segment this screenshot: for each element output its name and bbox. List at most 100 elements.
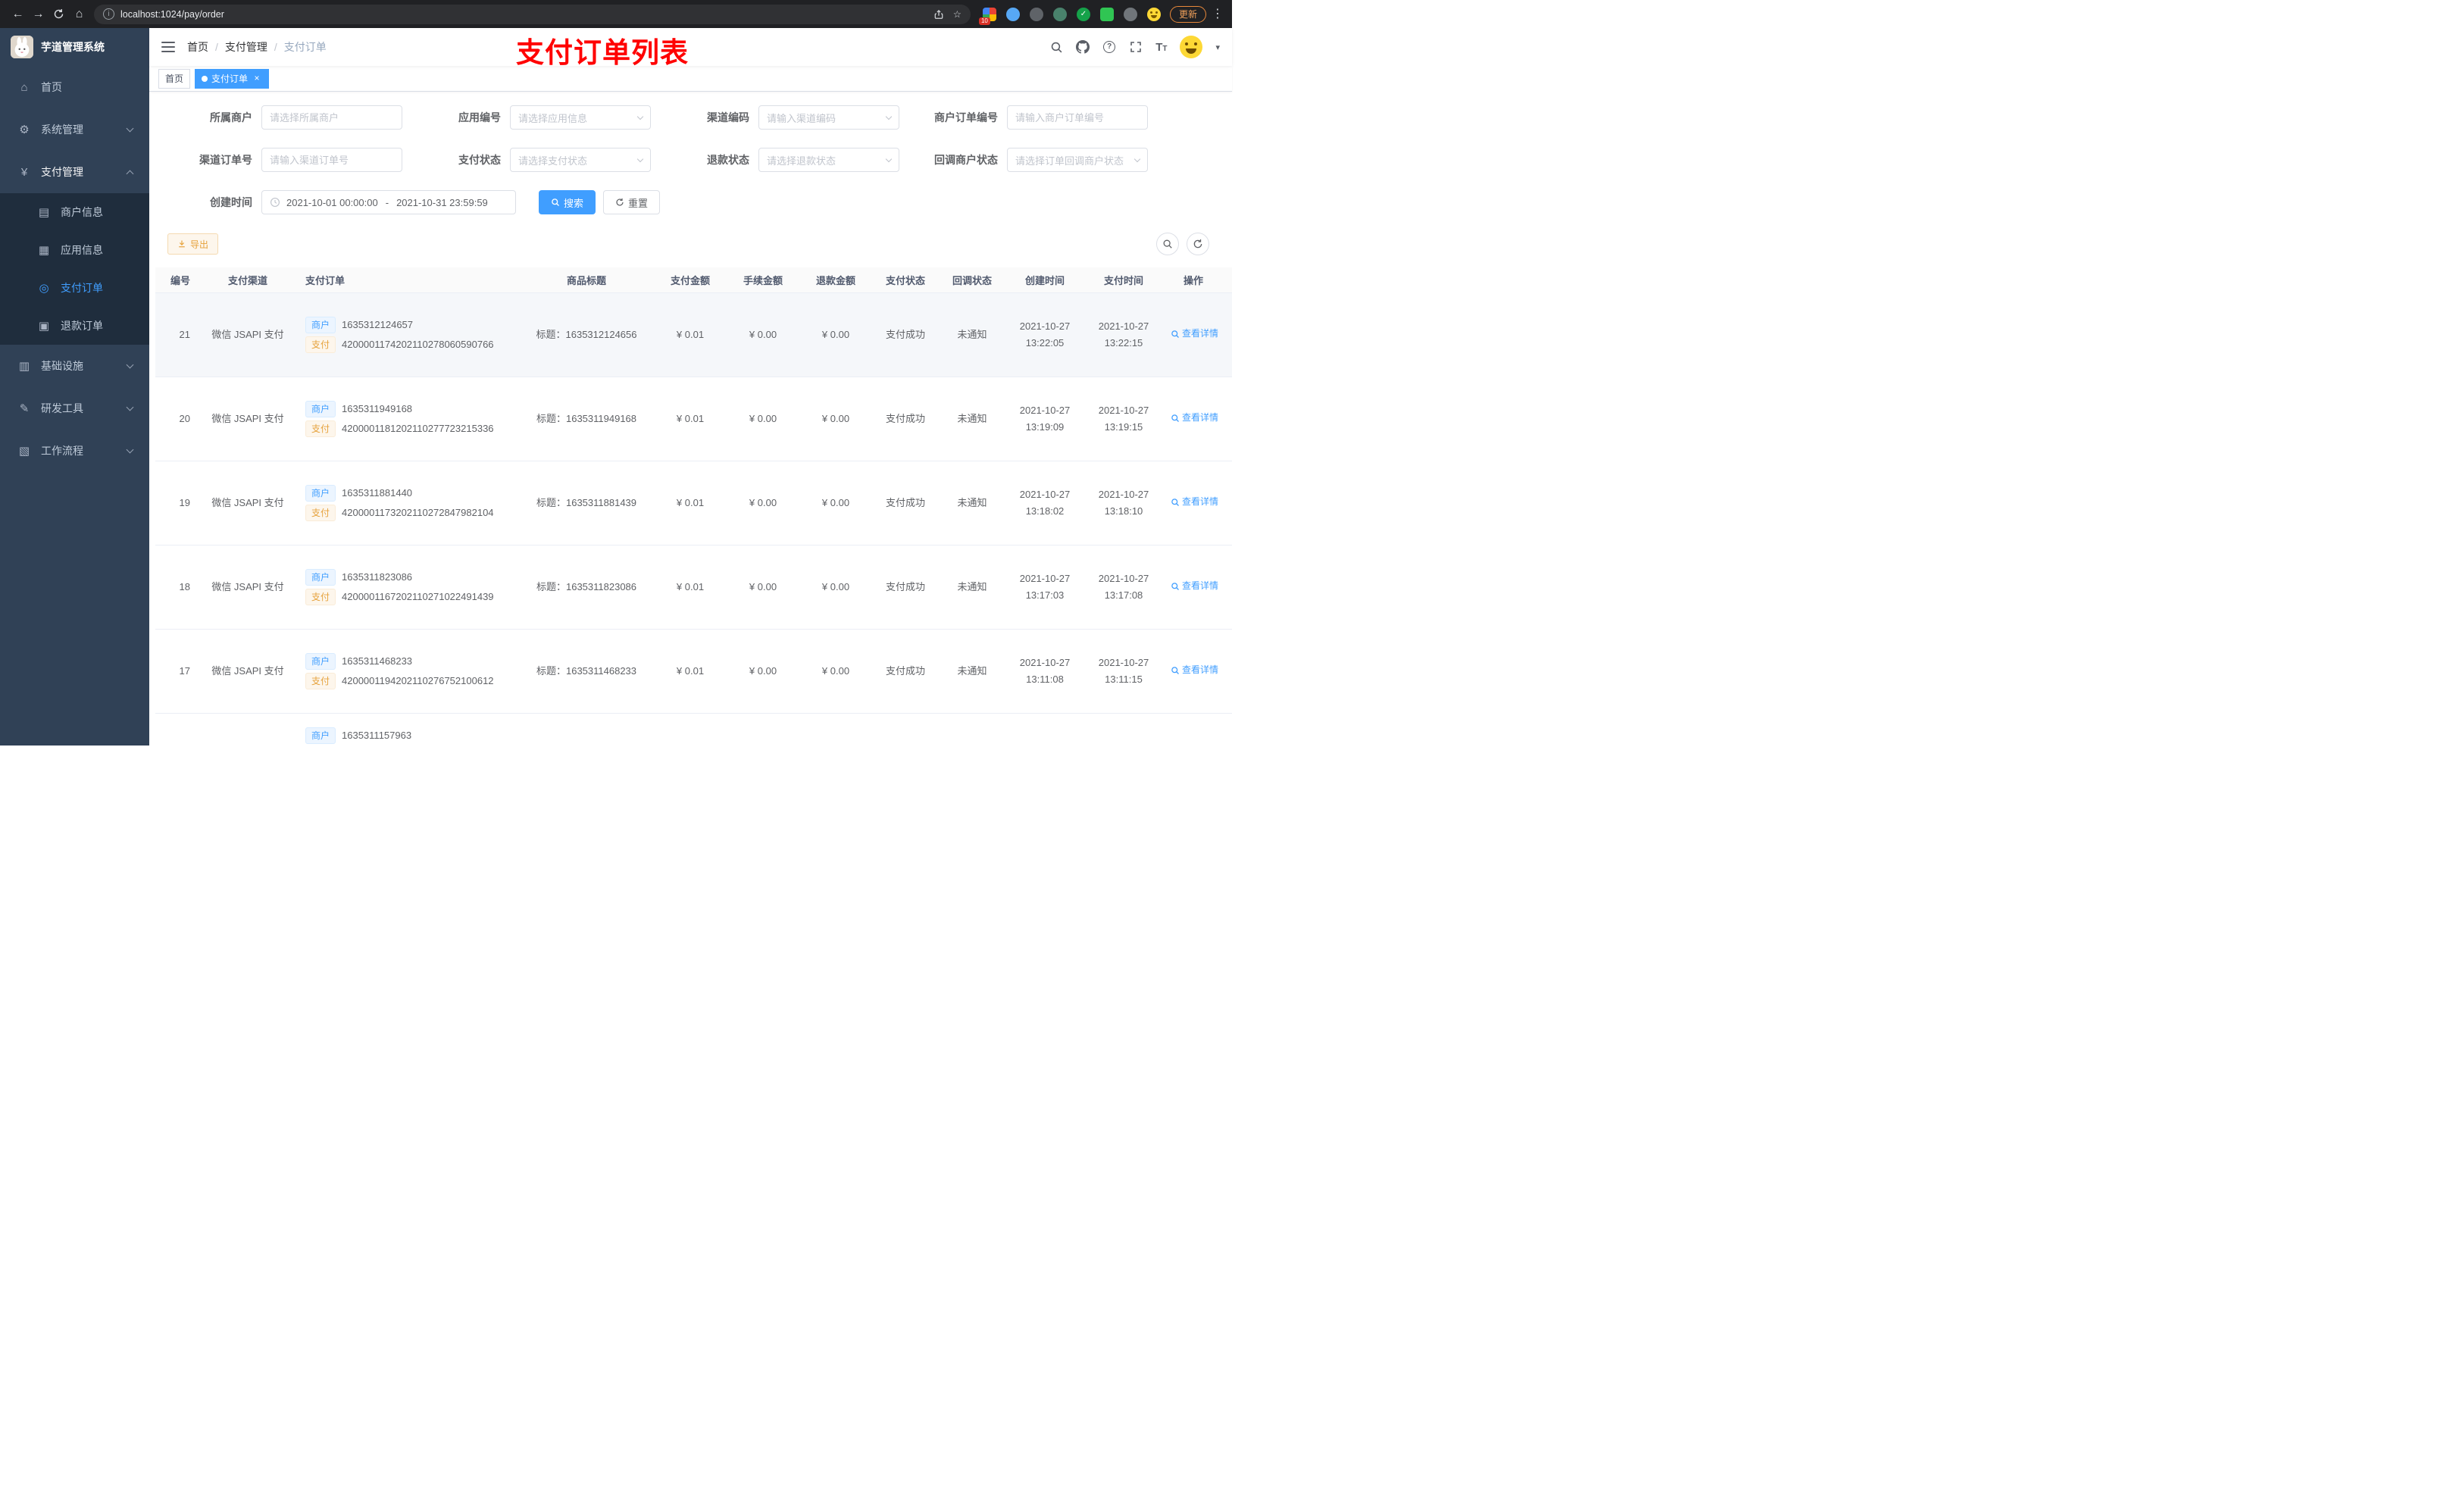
- sidebar-item-merchant-info[interactable]: ▤ 商户信息: [0, 193, 149, 231]
- search-icon: [1171, 414, 1179, 422]
- sidebar-item-dev-tools[interactable]: ✎ 研发工具: [0, 387, 149, 430]
- extension-green-icon[interactable]: [1052, 7, 1067, 21]
- sidebar: 芋道管理系统 ⌂ 首页 ⚙ 系统管理 ¥ 支付管理 ▤ 商户信息 ▦ 应用信息 ◎ 支付订单 ▣ 退款订单…: [0, 28, 149, 746]
- search-icon: [1171, 582, 1179, 590]
- sidebar-item-payment[interactable]: ¥ 支付管理: [0, 151, 149, 193]
- sidebar-item-home[interactable]: ⌂ 首页: [0, 66, 149, 108]
- fullscreen-icon[interactable]: [1129, 40, 1143, 54]
- export-button[interactable]: 导出: [167, 233, 219, 255]
- merchant-order-no: 1635311468233: [342, 655, 413, 667]
- sidebar-item-app-info[interactable]: ▦ 应用信息: [0, 231, 149, 269]
- browser-menu-icon[interactable]: ⋮: [1211, 5, 1224, 24]
- sidebar-item-infrastructure[interactable]: ▥ 基础设施: [0, 345, 149, 387]
- sidebar-item-refund-order[interactable]: ▣ 退款订单: [0, 307, 149, 345]
- channel-order-no: 4200001174202110278060590766: [342, 339, 494, 350]
- cell-op: 查看详情: [1163, 662, 1224, 680]
- app-filter[interactable]: 请选择应用信息: [510, 105, 651, 130]
- table-body: 21 微信 JSAPI 支付 商户 1635312124657 支付 4200001174…: [155, 293, 1232, 746]
- search-icon[interactable]: [1049, 40, 1063, 54]
- channel-order-no: 4200001194202110276752100612: [342, 675, 494, 686]
- refresh-table-button[interactable]: [1187, 233, 1209, 255]
- extensions-colorful-icon[interactable]: 10: [978, 7, 996, 25]
- cell-channel: 微信 JSAPI 支付: [211, 328, 284, 340]
- help-icon[interactable]: ?: [1102, 40, 1116, 54]
- breadcrumb-item[interactable]: 首页: [187, 39, 208, 55]
- share-icon[interactable]: [933, 9, 944, 20]
- avatar-caret-icon[interactable]: ▾: [1215, 42, 1220, 52]
- create-time-label: 创建时间: [210, 196, 252, 208]
- view-detail-link[interactable]: 查看详情: [1171, 410, 1218, 425]
- channel-code-filter[interactable]: 请输入渠道编码: [758, 105, 899, 130]
- tab-close-icon[interactable]: ×: [252, 73, 262, 84]
- view-detail-link[interactable]: 查看详情: [1171, 578, 1218, 593]
- extension-green-chat-icon[interactable]: [1099, 7, 1114, 21]
- sidebar-item-system[interactable]: ⚙ 系统管理: [0, 108, 149, 151]
- merchant-order-no-filter[interactable]: [1007, 105, 1148, 130]
- refund-status-filter[interactable]: 请选择退款状态: [758, 148, 899, 172]
- view-detail-link[interactable]: 查看详情: [1171, 494, 1218, 509]
- breadcrumb: 首页 / 支付管理 / 支付订单: [187, 39, 327, 55]
- browser-back-icon[interactable]: ←: [8, 5, 28, 24]
- sidebar-item-label: 工作流程: [41, 445, 83, 457]
- search-icon: [552, 198, 559, 206]
- extension-blue-drop-icon[interactable]: [1005, 7, 1020, 21]
- browser-update-button[interactable]: 更新: [1169, 5, 1206, 23]
- extension-pin-icon[interactable]: [1123, 7, 1137, 21]
- view-detail-link[interactable]: 查看详情: [1171, 662, 1218, 677]
- search-button[interactable]: 搜索: [539, 190, 596, 214]
- toggle-search-button[interactable]: [1156, 233, 1179, 255]
- breadcrumb-item[interactable]: 支付管理: [225, 39, 267, 55]
- site-info-icon[interactable]: i: [103, 8, 114, 20]
- cell-title: 标题：1635311823086: [536, 580, 637, 592]
- view-detail-link[interactable]: 查看详情: [1171, 326, 1218, 341]
- logo[interactable]: 芋道管理系统: [0, 28, 149, 66]
- date-filter-row: 创建时间 2021-10-01 00:00:00 - 2021-10-31 23…: [167, 190, 1232, 214]
- reset-button[interactable]: 重置: [603, 190, 661, 214]
- select-placeholder: 请选择支付状态: [518, 155, 588, 167]
- create-time-range-picker[interactable]: 2021-10-01 00:00:00 - 2021-10-31 23:59:5…: [261, 190, 516, 214]
- cell-title: 标题：1635311881439: [536, 496, 637, 508]
- notify-status-filter-field: 回调商户状态 请选择订单回调商户状态: [913, 148, 1148, 172]
- cell-amount: ¥ 0.01: [676, 580, 705, 592]
- hamburger-icon[interactable]: [161, 42, 175, 52]
- sidebar-item-label: 研发工具: [41, 402, 83, 414]
- extension-face-icon[interactable]: [1146, 7, 1161, 21]
- address-bar[interactable]: i localhost:1024/pay/order ☆: [94, 4, 971, 24]
- merchant-order-no: 1635311949168: [342, 402, 413, 414]
- font-size-icon[interactable]: TT: [1155, 41, 1167, 54]
- filter-form: 所属商户 应用编号 请选择应用信息 渠道编码 请输入渠道编码 商户订单编号渠道订单号 支付状…: [167, 105, 1232, 214]
- user-avatar[interactable]: [1180, 36, 1203, 58]
- tab-page[interactable]: 首页: [158, 68, 191, 89]
- cell-refund: ¥ 0.00: [821, 664, 850, 677]
- pay-status-filter[interactable]: 请选择支付状态: [510, 148, 651, 172]
- extension-dark-icon[interactable]: [1029, 7, 1043, 21]
- tab-active[interactable]: 支付订单 ×: [195, 68, 270, 89]
- channel-order-no-filter[interactable]: [261, 148, 402, 172]
- channel-order-no: 4200001173202110272847982104: [342, 507, 494, 518]
- browser-home-icon[interactable]: ⌂: [69, 5, 89, 24]
- sidebar-item-workflow[interactable]: ▧ 工作流程: [0, 430, 149, 472]
- sidebar-item-label: 支付订单: [61, 282, 103, 294]
- url-text[interactable]: localhost:1024/pay/order: [120, 9, 927, 20]
- github-icon[interactable]: [1076, 40, 1090, 54]
- sidebar-item-label: 系统管理: [41, 123, 83, 136]
- pay-tag: 支付: [305, 589, 336, 606]
- payment-icon: ¥: [20, 165, 28, 179]
- cell-notify: 未通知: [957, 664, 987, 677]
- notify-status-filter-label: 回调商户状态: [934, 154, 998, 166]
- browser-reload-icon[interactable]: [48, 5, 69, 24]
- bookmark-star-icon[interactable]: ☆: [953, 8, 962, 20]
- merchant-tag: 商户: [305, 316, 336, 333]
- table-row: 17 微信 JSAPI 支付 商户 1635311468233 支付 4200001194…: [155, 630, 1232, 714]
- browser-forward-icon[interactable]: →: [28, 5, 48, 24]
- sidebar-item-pay-order[interactable]: ◎ 支付订单: [0, 269, 149, 307]
- chevron-down-icon: [126, 361, 134, 368]
- cell-create_time: 2021-10-27 13:17:03: [1019, 572, 1071, 601]
- notify-status-filter[interactable]: 请选择订单回调商户状态: [1007, 148, 1148, 172]
- cell-id: 19: [179, 496, 190, 508]
- cell-fee: ¥ 0.00: [749, 328, 777, 340]
- extensions-area: 10 ✓: [978, 7, 1161, 25]
- merchant-filter[interactable]: [261, 105, 402, 130]
- extension-green-check-icon[interactable]: ✓: [1076, 7, 1090, 21]
- search-icon: [1171, 666, 1179, 674]
